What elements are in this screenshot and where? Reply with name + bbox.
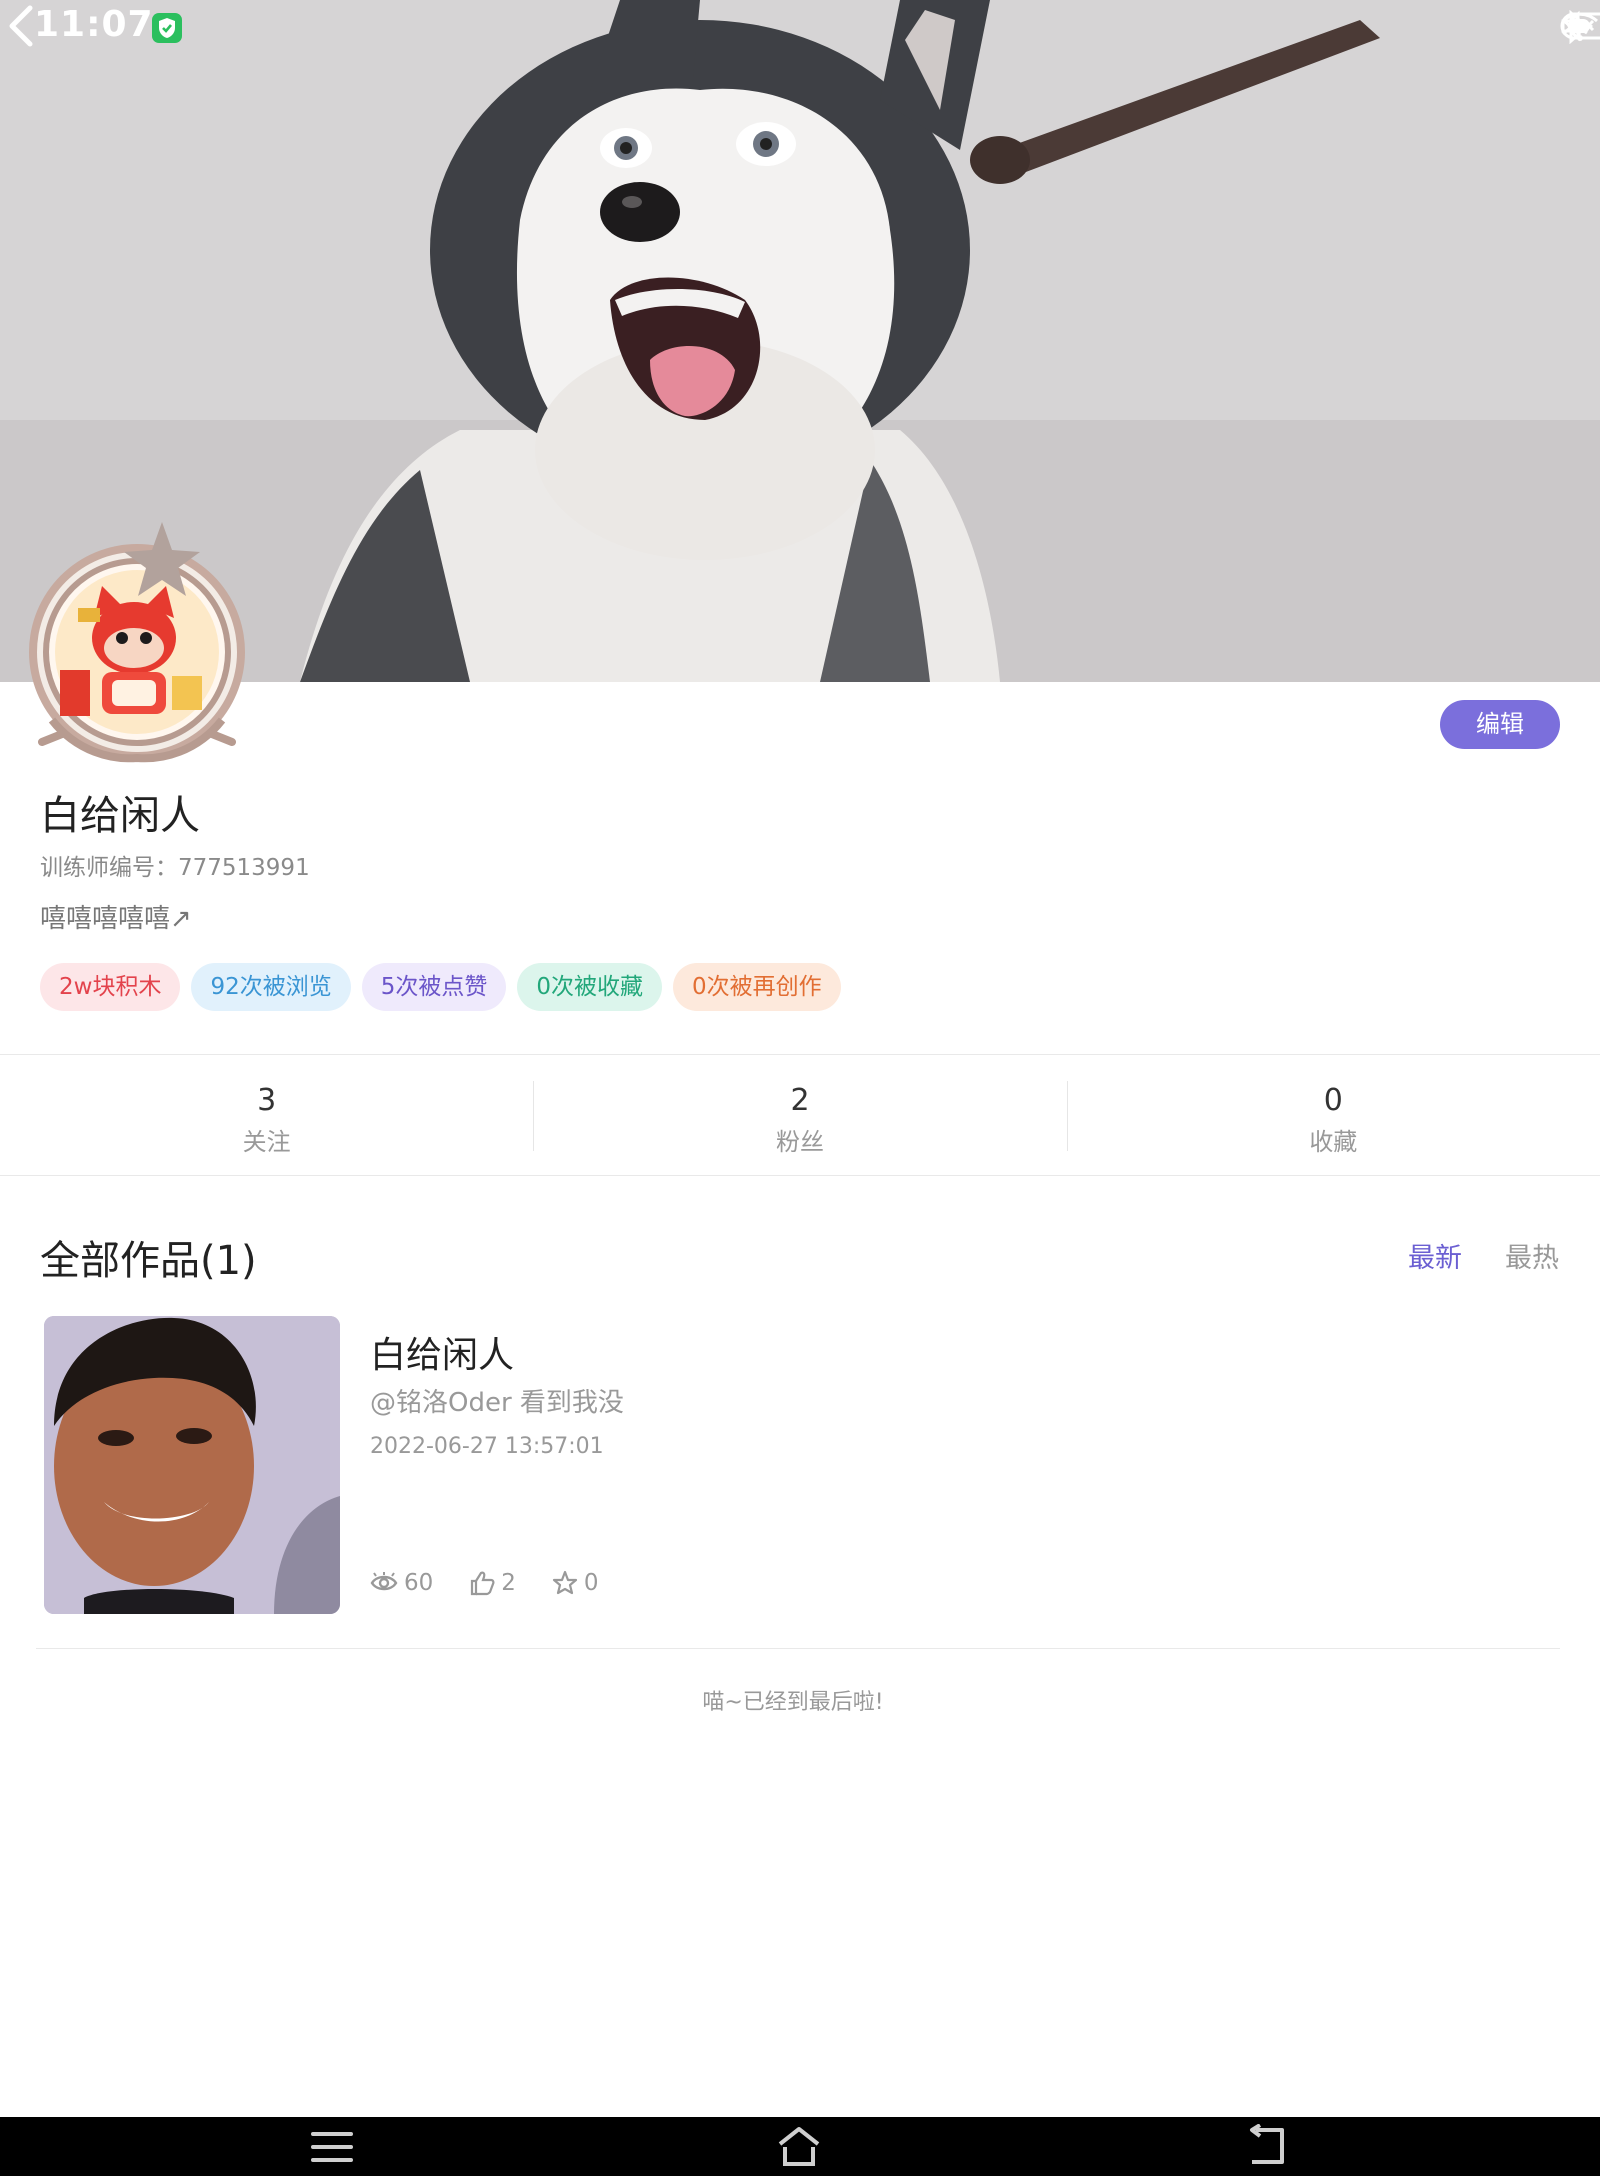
work-date: 2022-06-27 13:57:01: [370, 1434, 604, 1459]
tag-blocks: 2w块积木: [40, 963, 181, 1011]
sort-latest-tab[interactable]: 最新: [1408, 1236, 1462, 1275]
views-metric: 60: [370, 1570, 433, 1596]
avatar[interactable]: [22, 520, 252, 770]
favorites-count: 0: [583, 1570, 599, 1596]
views-count: 60: [404, 1570, 434, 1596]
star-icon: [552, 1570, 578, 1595]
stat-label: 关注: [242, 1128, 291, 1156]
security-shield-icon: [152, 13, 182, 43]
bio-text[interactable]: 嘻嘻嘻嘻嘻↗: [40, 898, 192, 935]
work-metrics: 60 2 0: [370, 1570, 599, 1596]
edit-profile-button[interactable]: 编辑: [1440, 700, 1560, 749]
stat-value: 0: [1323, 1083, 1343, 1118]
stat-following[interactable]: 3 关注: [0, 1055, 533, 1175]
likes-count: 2: [501, 1570, 516, 1596]
menu-icon[interactable]: [309, 2124, 355, 2170]
stat-label: 收藏: [1309, 1128, 1358, 1156]
system-navigation-bar: [0, 2117, 1600, 2176]
stat-label: 粉丝: [775, 1128, 824, 1156]
stats-bar: 3 关注 2 粉丝 0 收藏: [0, 1054, 1600, 1176]
status-time: 11:07: [34, 4, 154, 45]
stat-favorites[interactable]: 0 收藏: [1066, 1055, 1600, 1175]
favorites-metric[interactable]: 0: [552, 1570, 599, 1596]
status-bar: 11:07: [0, 0, 1600, 56]
return-icon[interactable]: [1244, 2124, 1290, 2170]
nickname: 白给闲人: [40, 793, 200, 839]
likes-metric[interactable]: 2: [469, 1570, 516, 1596]
list-divider: [36, 1648, 1560, 1649]
thumbs-up-icon: [471, 1571, 495, 1596]
portrait-thumbnail-image: [44, 1316, 340, 1614]
battery-icon: [1560, 12, 1600, 40]
work-thumbnail: [44, 1316, 340, 1614]
end-of-list-note: 喵~已经到最后啦!: [702, 1690, 884, 1715]
work-card[interactable]: 白给闲人 @铭洛Oder 看到我没 2022-06-27 13:57:01 60…: [40, 1314, 1560, 1614]
work-title: 白给闲人: [370, 1335, 515, 1376]
work-description: @铭洛Oder 看到我没: [370, 1388, 624, 1418]
stat-value: 2: [790, 1083, 810, 1118]
back-chevron-icon[interactable]: [0, 0, 44, 52]
tag-likes: 5次被点赞: [361, 963, 507, 1011]
eye-icon: [370, 1572, 398, 1591]
stat-value: 3: [257, 1083, 277, 1118]
sort-hot-tab[interactable]: 最热: [1505, 1236, 1559, 1275]
tag-remixes: 0次被再创作: [673, 963, 841, 1011]
works-title: 全部作品(1): [40, 1238, 257, 1284]
stat-followers[interactable]: 2 粉丝: [533, 1055, 1066, 1175]
tag-views: 92次被浏览: [191, 963, 351, 1011]
trainer-id: 训练师编号：777513991: [40, 855, 310, 881]
home-icon[interactable]: [776, 2124, 822, 2170]
tag-favorites: 0次被收藏: [517, 963, 663, 1011]
achievement-tags: 2w块积木 92次被浏览 5次被点赞 0次被收藏 0次被再创作: [40, 963, 841, 1011]
